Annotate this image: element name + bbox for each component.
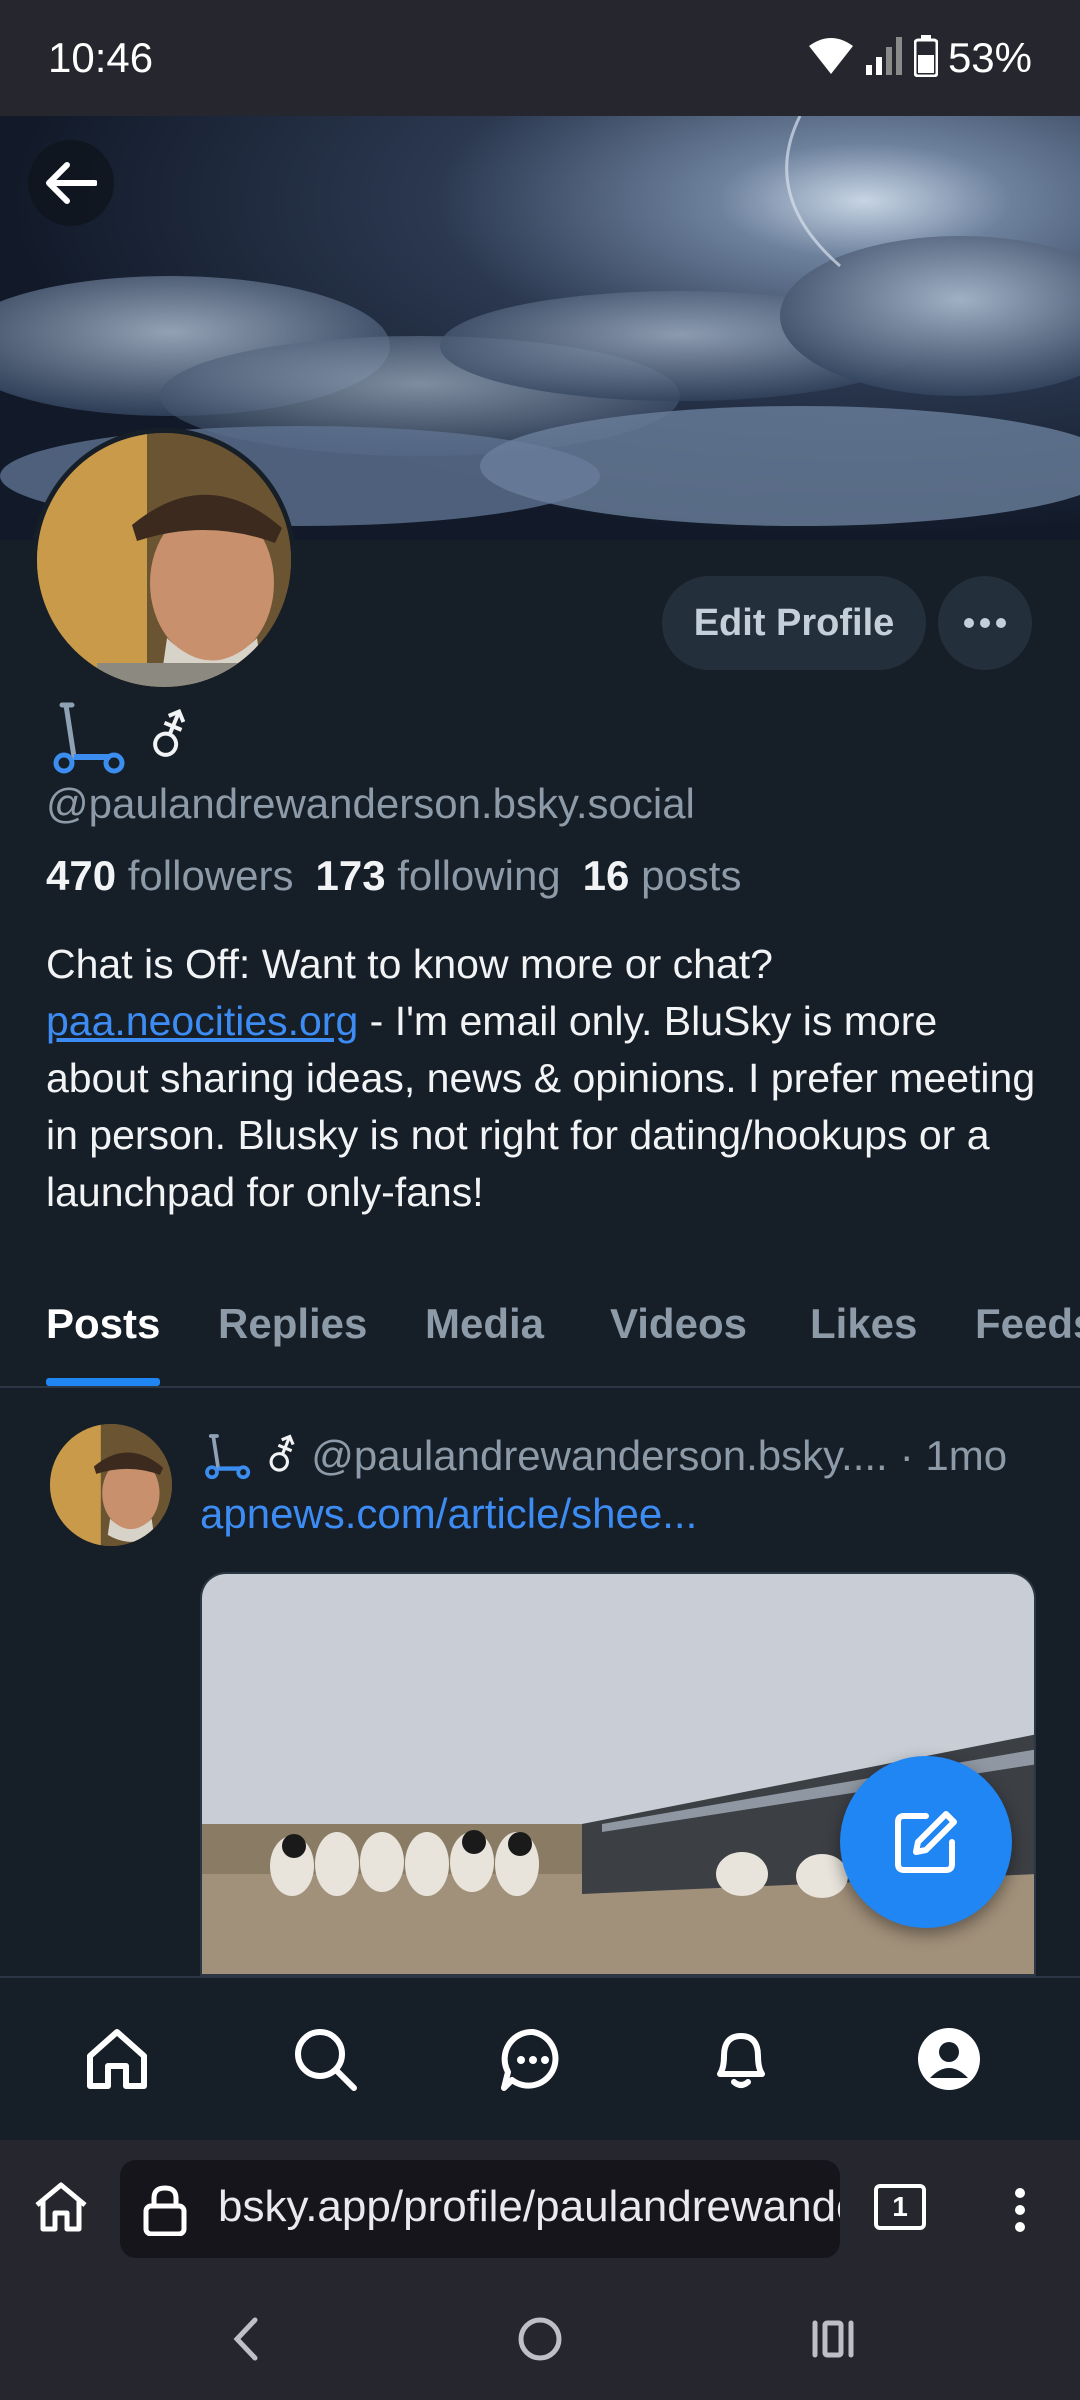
battery-icon	[913, 34, 939, 82]
tab-media[interactable]: Media	[425, 1300, 544, 1348]
ellipsis-icon	[964, 618, 1006, 628]
followers-label: followers	[127, 852, 294, 899]
tab-feeds[interactable]: Feeds	[975, 1300, 1080, 1348]
system-home-button[interactable]	[500, 2306, 580, 2372]
status-bar: 10:46 53%	[0, 0, 1080, 116]
back-button[interactable]	[28, 140, 114, 226]
name-symbol: ⚦	[146, 707, 192, 768]
system-navigation	[0, 2276, 1080, 2400]
profile-avatar[interactable]	[32, 428, 296, 692]
post-time: · 1mo	[899, 1432, 1008, 1479]
bio-text-start: Chat is Off: Want to know more or chat?	[46, 941, 773, 987]
edit-profile-button[interactable]: Edit Profile	[662, 576, 926, 670]
home-icon	[35, 2182, 87, 2232]
avatar-photo	[37, 433, 291, 687]
tab-likes[interactable]: Likes	[810, 1300, 917, 1348]
url-text: bsky.app/profile/paulandrewanderson	[218, 2182, 840, 2231]
bottom-navigation	[0, 1976, 1080, 2140]
posts-stat: 16 posts	[583, 852, 742, 900]
vertical-ellipsis-icon	[1015, 2188, 1025, 2232]
followers-count: 470	[46, 852, 117, 899]
profile-stats: 470 followers 173 following 16 posts	[46, 852, 741, 900]
post-avatar[interactable]	[50, 1424, 172, 1546]
bell-icon	[717, 2033, 765, 2088]
nav-home[interactable]	[72, 2014, 162, 2104]
active-tab-indicator	[46, 1378, 160, 1386]
recents-icon	[812, 2320, 854, 2358]
posts-label: posts	[641, 852, 742, 899]
nav-notifications[interactable]	[696, 2014, 786, 2104]
status-time: 10:46	[48, 34, 154, 81]
post-link[interactable]: apnews.com/article/shee...	[200, 1490, 697, 1538]
following-stat[interactable]: 173 following	[315, 852, 560, 900]
scooter-emoji-icon	[205, 1434, 251, 1480]
system-recents-button[interactable]	[794, 2306, 874, 2372]
chevron-left-icon	[233, 2317, 258, 2361]
avatar-photo-small	[50, 1424, 172, 1546]
tab-videos[interactable]: Videos	[610, 1300, 747, 1348]
profile-handle: @paulandrewanderson.bsky.social	[46, 780, 695, 827]
signal-icon	[864, 35, 904, 82]
bio-link[interactable]: paa.neocities.org	[46, 998, 358, 1044]
tab-switcher-button[interactable]: 1	[874, 2184, 926, 2230]
display-name: ⚦	[48, 694, 191, 780]
browser-menu-button[interactable]	[990, 2170, 1050, 2250]
post-name-symbol: ⚦	[264, 1432, 300, 1480]
home-icon	[87, 2029, 147, 2089]
profile-tabs: Posts Replies Media Videos Likes Feeds	[0, 1282, 1080, 1388]
profile-bio: Chat is Off: Want to know more or chat? …	[46, 936, 1046, 1221]
lock-icon	[143, 2185, 187, 2236]
following-count: 173	[315, 852, 386, 899]
browser-home-button[interactable]	[26, 2172, 96, 2242]
nav-profile[interactable]	[904, 2014, 994, 2104]
circle-home-icon	[518, 2317, 562, 2361]
address-bar[interactable]: bsky.app/profile/paulandrewanderson	[120, 2160, 840, 2258]
post-header: ⚦ @paulandrewanderson.bsky.... · 1mo	[202, 1426, 1042, 1486]
arrow-left-icon	[46, 162, 97, 204]
compose-icon	[895, 1811, 957, 1873]
browser-toolbar: bsky.app/profile/paulandrewanderson 1	[0, 2140, 1080, 2276]
compose-post-button[interactable]	[840, 1756, 1012, 1928]
tab-replies[interactable]: Replies	[218, 1300, 367, 1348]
posts-count: 16	[582, 852, 630, 899]
nav-chat[interactable]	[488, 2014, 578, 2104]
more-options-button[interactable]	[938, 576, 1032, 670]
tab-posts[interactable]: Posts	[46, 1300, 160, 1348]
following-label: following	[397, 852, 561, 899]
nav-search[interactable]	[280, 2014, 370, 2104]
chat-icon	[501, 2028, 559, 2091]
wifi-icon	[808, 36, 854, 81]
scooter-emoji-icon	[53, 702, 125, 774]
profile-icon	[918, 2028, 980, 2090]
post-handle[interactable]: @paulandrewanderson.bsky....	[311, 1432, 888, 1480]
followers-stat[interactable]: 470 followers	[46, 852, 293, 900]
status-icons: 53%	[808, 30, 1032, 86]
battery-percent: 53%	[947, 34, 1032, 81]
system-back-button[interactable]	[206, 2306, 286, 2372]
search-icon	[295, 2029, 357, 2091]
